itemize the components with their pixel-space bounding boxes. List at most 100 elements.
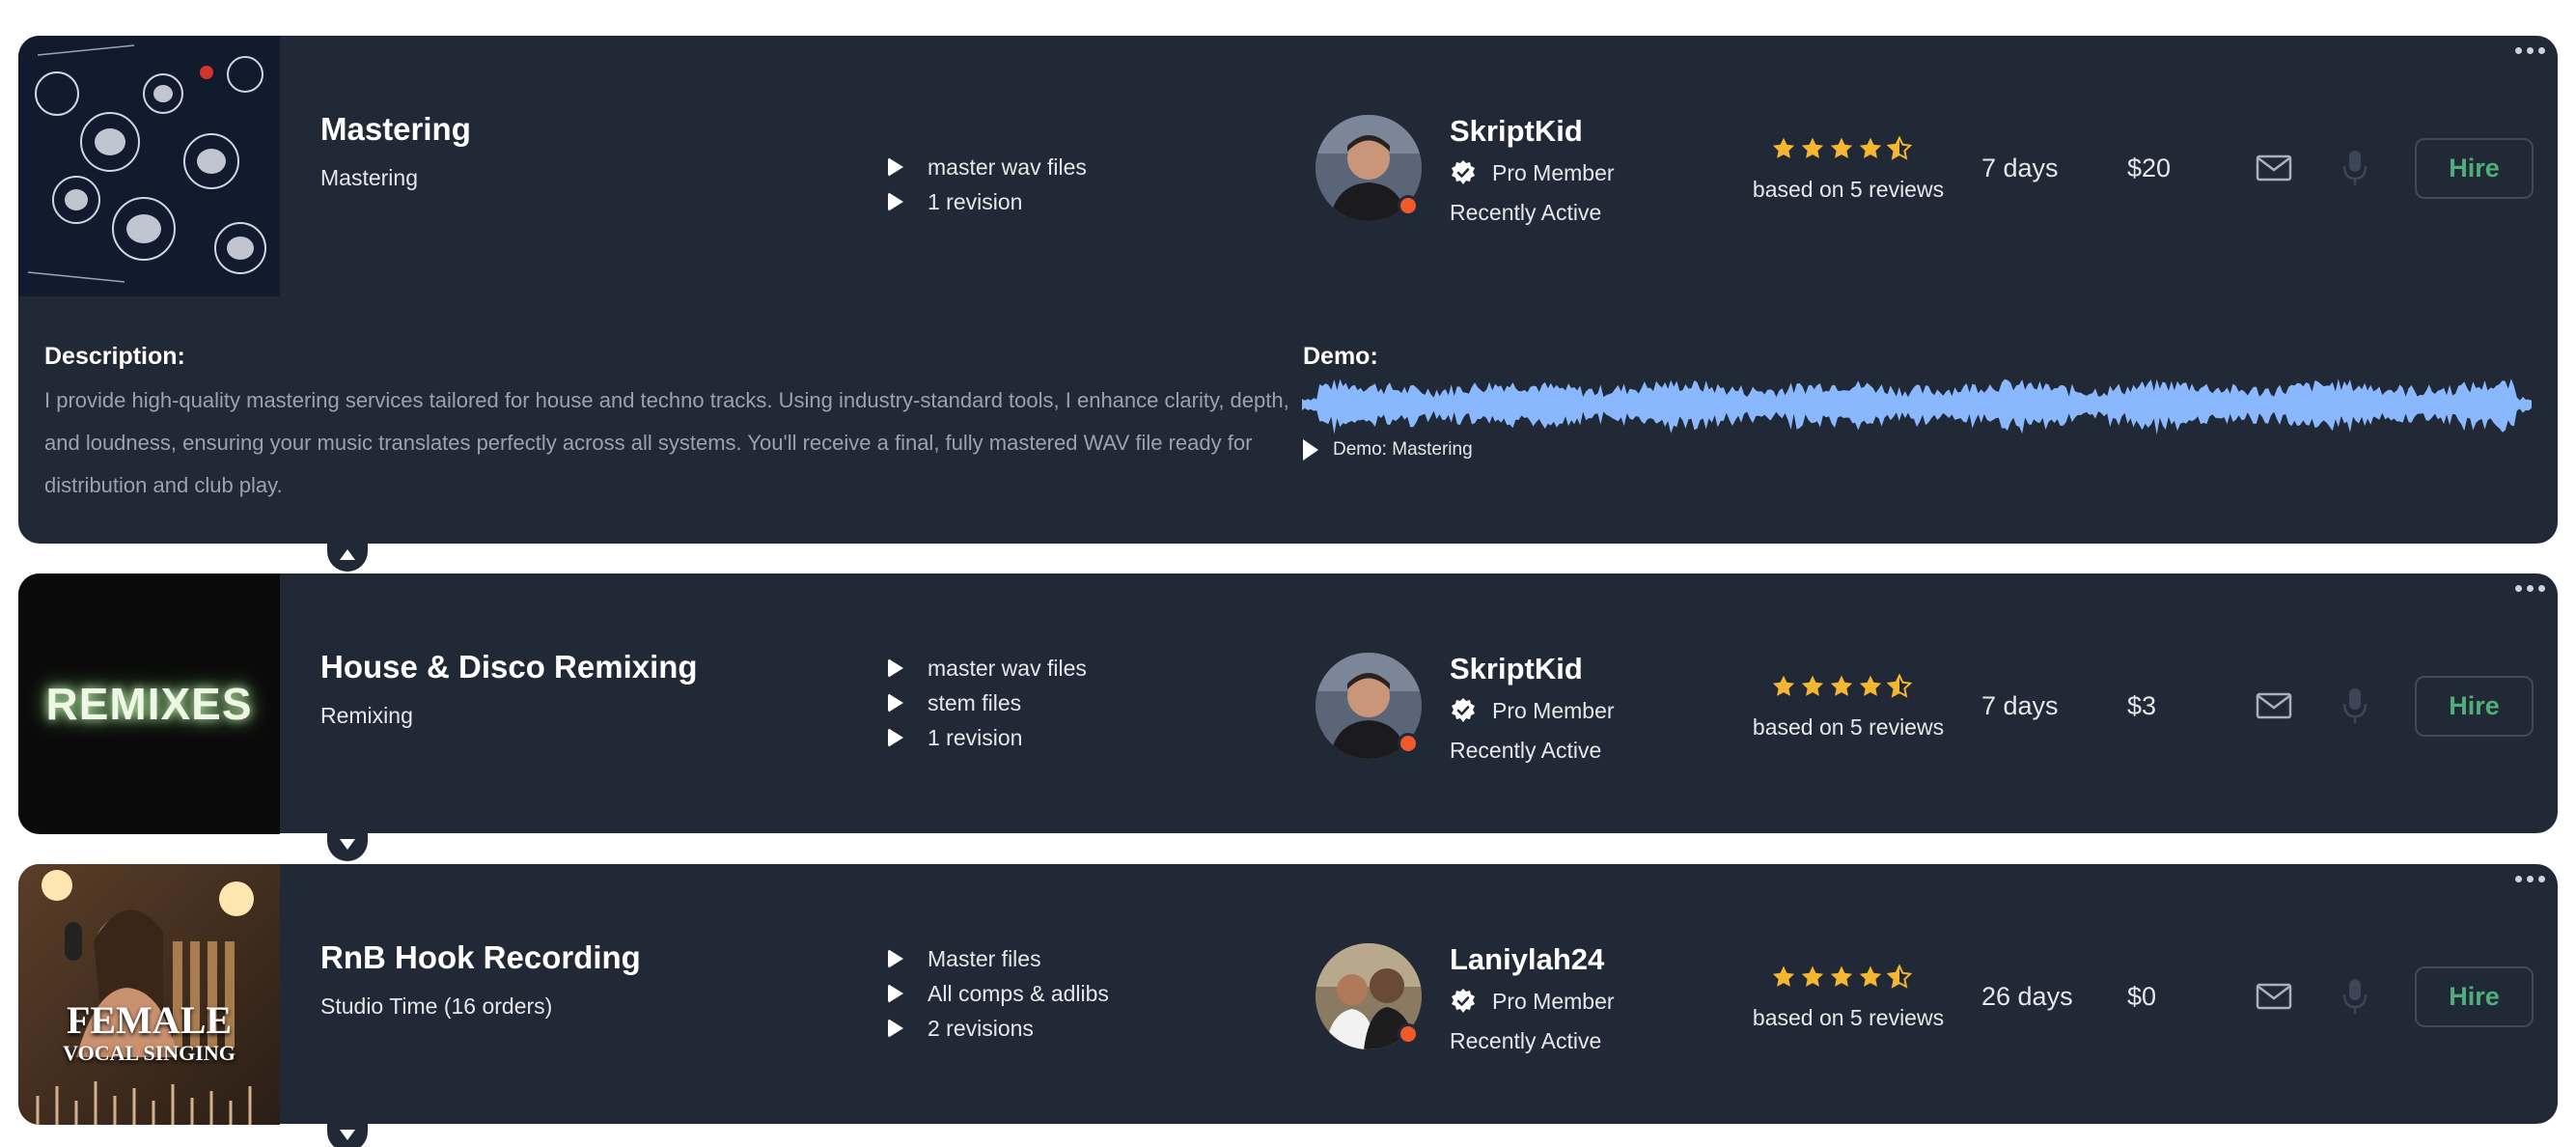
microphone-icon[interactable] [2341,686,2369,725]
waveform-shape [1302,378,2532,435]
service-title[interactable]: House & Disco Remixing [320,649,698,685]
seller-name[interactable]: Laniylah24 [1450,942,1604,977]
collapse-toggle[interactable] [327,543,368,572]
half-star-icon [1887,965,1912,989]
description-text: I provide high-quality mastering service… [44,388,1289,497]
demo-play-button[interactable]: Demo: Mastering [1303,439,1473,461]
verified-badge-icon [1452,160,1475,184]
online-status-dot [1398,195,1419,216]
service-title[interactable]: RnB Hook Recording [320,939,641,976]
service-title[interactable]: Mastering [320,111,471,148]
star-icon [1772,137,1795,158]
delivery-time: 7 days [1981,691,2059,720]
star-icon [1830,675,1853,696]
feature-item: 2 revisions [869,1011,1109,1046]
hire-button[interactable]: Hire [2415,138,2534,199]
service-thumbnail[interactable]: REMIXES [18,574,280,834]
star-icon [1859,965,1882,987]
audio-waveform[interactable] [1302,370,2532,439]
seller-name[interactable]: SkriptKid [1450,114,1583,149]
review-count: based on 5 reviews [1752,177,1945,202]
star-icon [1801,675,1824,696]
thumbnail-text: FEMALE VOCAL SINGING [63,998,235,1065]
pro-member-badge: Pro Member [1450,159,1615,186]
pro-member-badge: Pro Member [1450,988,1615,1015]
service-thumbnail[interactable] [18,36,280,296]
delivery-time: 26 days [1981,982,2073,1011]
service-card: FEMALE VOCAL SINGING RnB Hook Recording … [18,864,2558,1125]
seller-activity-status: Recently Active [1450,738,1602,763]
review-count: based on 5 reviews [1752,714,1945,740]
rating-stars [1771,674,1912,699]
verified-badge-icon [1452,698,1475,722]
online-status-dot [1398,733,1419,754]
star-icon [1830,965,1853,987]
bullet-arrow-icon [888,658,903,678]
star-icon [1772,675,1795,696]
chevron-down-icon [340,838,355,850]
review-count: based on 5 reviews [1752,1005,1945,1030]
half-star-icon [1887,136,1912,160]
service-card: REMIXES House & Disco Remixing Remixing … [18,574,2558,834]
seller-activity-status: Recently Active [1450,200,1602,225]
service-category: Studio Time (16 orders) [320,993,553,1019]
more-dots-icon[interactable] [2515,876,2545,882]
service-category: Remixing [320,703,413,728]
bullet-arrow-icon [888,728,903,747]
rating-stars [1771,136,1912,161]
demo-label: Demo: [1303,343,1378,370]
bullet-arrow-icon [888,157,903,177]
microphone-icon[interactable] [2341,149,2369,187]
service-category: Mastering [320,165,418,190]
feature-item: Master files [869,941,1109,976]
seller-name[interactable]: SkriptKid [1450,652,1583,686]
feature-item: master wav files [869,651,1087,685]
rating-stars [1771,965,1912,990]
star-icon [1830,137,1853,158]
star-icon [1801,965,1824,987]
pro-member-badge: Pro Member [1450,697,1615,724]
mail-icon[interactable] [2256,982,2292,1011]
bullet-arrow-icon [888,1019,903,1038]
feature-list: master wav files stem files 1 revision [869,651,1087,755]
mail-icon[interactable] [2256,691,2292,720]
microphone-icon[interactable] [2341,977,2369,1016]
half-star-icon [1887,674,1912,698]
delivery-time: 7 days [1981,154,2059,182]
feature-list: Master files All comps & adlibs 2 revisi… [869,941,1109,1046]
play-icon [1303,439,1318,461]
feature-item: master wav files [869,150,1087,184]
bullet-arrow-icon [888,949,903,968]
feature-item: 1 revision [869,184,1087,219]
mail-icon[interactable] [2256,154,2292,182]
chevron-down-icon [340,1129,355,1140]
demo-track-name: Demo: Mastering [1333,439,1473,460]
service-price: $20 [2127,154,2172,182]
chevron-up-icon [340,548,355,560]
thumbnail-text: REMIXES [45,679,253,729]
service-card: Mastering Mastering master wav files 1 r… [18,36,2558,544]
online-status-dot [1398,1023,1419,1045]
expand-toggle[interactable] [327,1123,368,1147]
more-dots-icon[interactable] [2515,585,2545,592]
hire-button[interactable]: Hire [2415,966,2534,1027]
star-icon [1801,137,1824,158]
more-dots-icon[interactable] [2515,47,2545,54]
expand-toggle[interactable] [327,832,368,861]
feature-item: 1 revision [869,720,1087,755]
description-label: Description: [44,343,185,370]
feature-item: stem files [869,685,1087,720]
star-icon [1859,137,1882,158]
seller-activity-status: Recently Active [1450,1028,1602,1053]
service-price: $0 [2127,982,2157,1011]
feature-item: All comps & adlibs [869,976,1109,1011]
service-price: $3 [2127,691,2157,720]
bullet-arrow-icon [888,192,903,211]
feature-list: master wav files 1 revision [869,150,1087,219]
hire-button[interactable]: Hire [2415,676,2534,737]
service-thumbnail[interactable]: FEMALE VOCAL SINGING [18,864,280,1125]
star-icon [1772,965,1795,987]
verified-badge-icon [1452,989,1475,1013]
bullet-arrow-icon [888,984,903,1003]
bullet-arrow-icon [888,693,903,713]
